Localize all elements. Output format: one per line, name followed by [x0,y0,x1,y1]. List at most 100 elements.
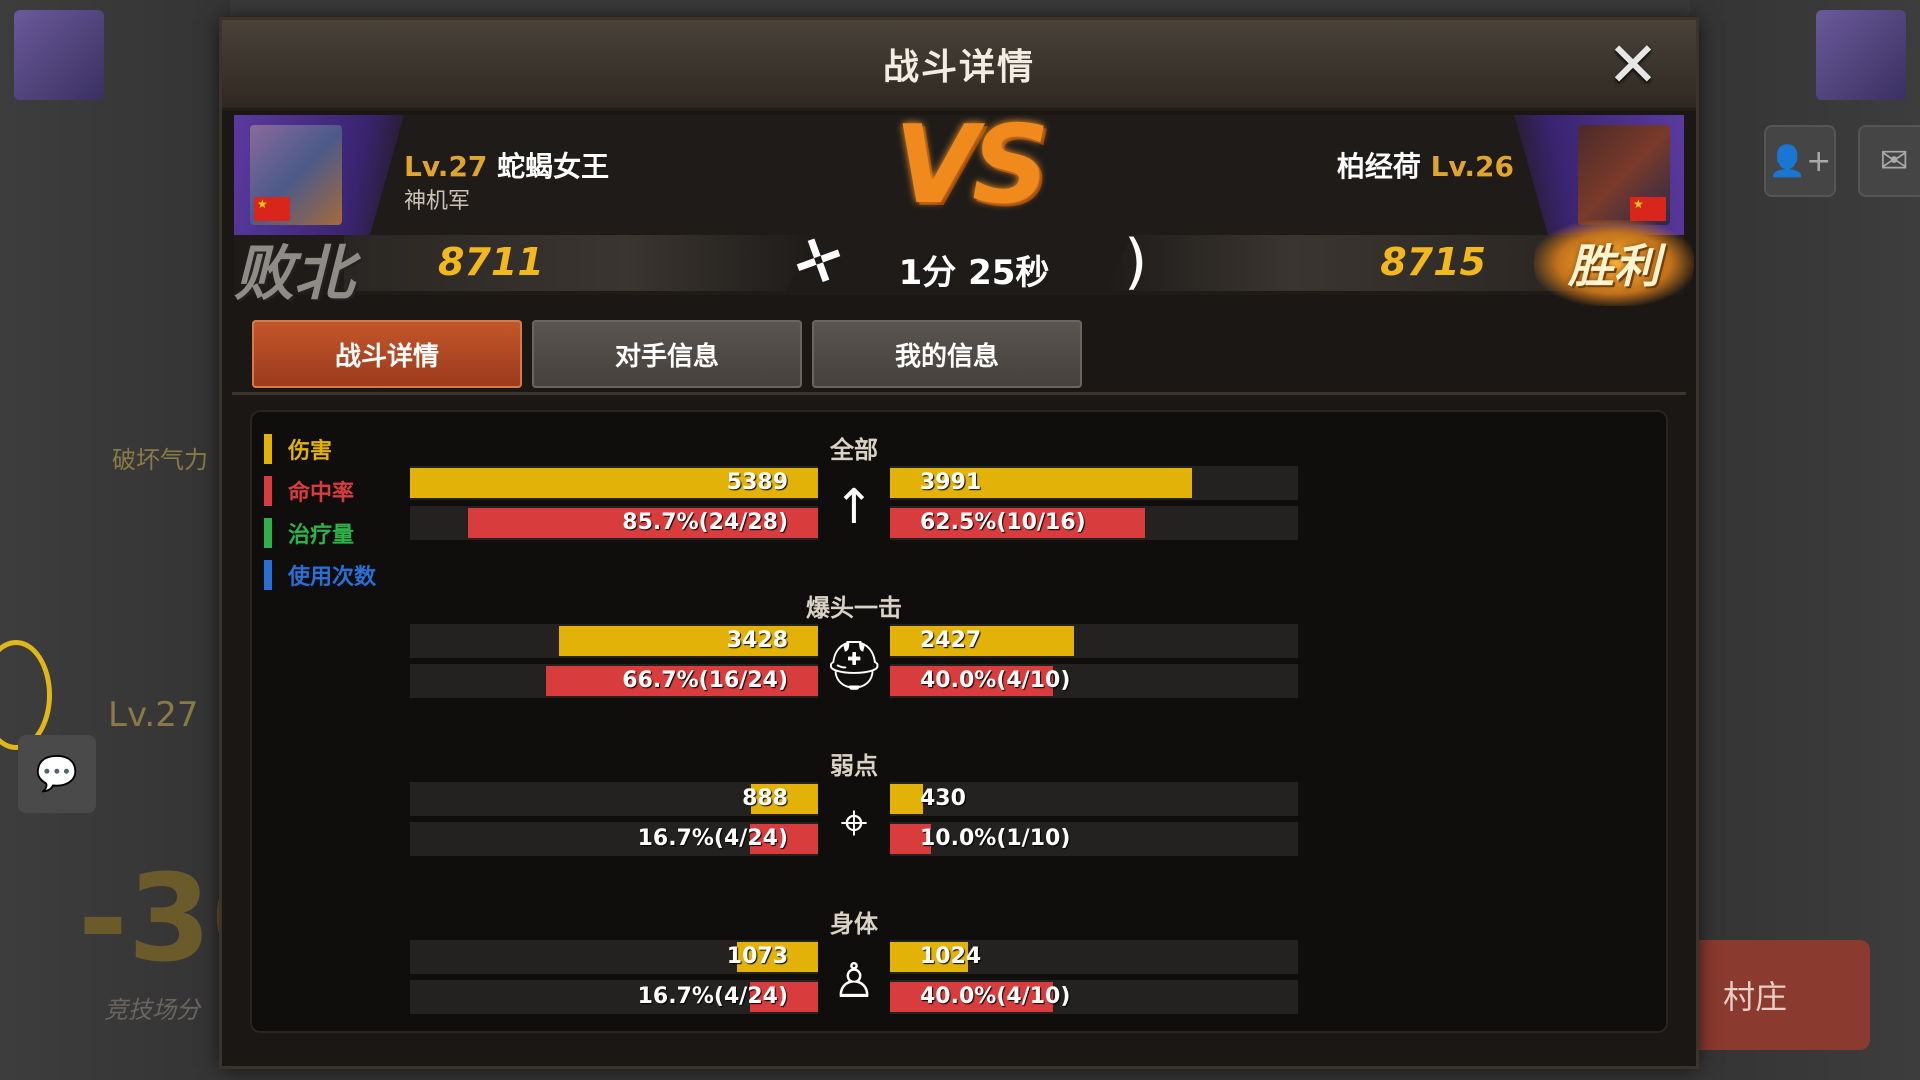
crosshair-icon: ⌖ [840,794,868,851]
left-hit-rate-track: 16.7%(4/24) [410,980,818,1014]
section-title: 爆头一击 [806,594,902,622]
china-flag-icon [1630,197,1666,221]
right-damage-value: 1024 [920,944,982,969]
right-hit-rate-value: 10.0%(1/10) [920,826,1071,851]
background-level: Lv.27 [108,695,199,735]
right-player-avatar[interactable] [1578,125,1670,225]
left-hit-rate-value: 85.7%(24/28) [622,510,788,535]
left-damage-value: 3428 [726,628,788,653]
left-player-name: 蛇蝎女王 [497,150,610,183]
legend-swatch [264,476,272,506]
right-hit-rate-value: 62.5%(10/16) [920,510,1086,535]
close-icon: ✕ [1607,28,1659,101]
add-friend-icon: 👤+ [1768,143,1832,179]
tab-label: 对手信息 [614,341,719,372]
legend-swatch [264,560,272,590]
legend-label: 伤害 [288,439,333,464]
background-avatar-right [1816,10,1906,100]
tab-label: 我的信息 [894,341,999,372]
left-hit-rate-track: 16.7%(4/24) [410,822,818,856]
left-player-guild: 神机军 [404,189,471,214]
section-title: 全部 [830,436,878,464]
victory-badge: 胜利 [1534,220,1694,306]
left-damage-track: 5389 [410,466,818,500]
body-icon: ♙ [832,953,876,1009]
right-damage-track: 1024 [890,940,1298,974]
left-damage-value: 5389 [726,470,788,495]
chat-icon: 💬 [35,754,79,794]
right-score-bar [1104,235,1574,291]
chat-button[interactable]: 💬 [18,735,96,813]
right-player-score: 8715 [1380,240,1486,284]
background-skill-label: 破坏气力 [112,446,208,474]
left-player-level: Lv.27 [404,150,488,183]
legend-item-damage: 伤害 [264,428,376,470]
left-hit-rate-track: 66.7%(16/24) [410,664,818,698]
helmet-icon: ⛑ [823,637,885,694]
right-player-name: 柏经荷 [1336,150,1421,183]
tab-my-info[interactable]: 我的信息 [812,320,1082,388]
stats-panel: 伤害 命中率 治疗量 使用次数 全部 5389 3991 85.7%(24/28) 62… [250,410,1668,1033]
left-hit-rate-value: 16.7%(4/24) [637,826,788,851]
right-damage-value: 2427 [920,628,982,653]
right-damage-value: 3991 [920,470,982,495]
left-damage-value: 888 [742,786,788,811]
left-hit-rate-value: 66.7%(16/24) [622,668,788,693]
section-title: 身体 [830,910,878,938]
right-player-name-line: 柏经荷 Lv.26 [1337,145,1514,185]
right-hit-rate-value: 40.0%(4/10) [920,984,1071,1009]
background-avatar-left [14,10,104,100]
right-hit-rate-value: 40.0%(4/10) [920,668,1071,693]
right-damage-track: 3991 [890,466,1298,500]
left-damage-track: 888 [410,782,818,816]
mail-button[interactable]: ✉ [1858,125,1920,197]
right-player-level: Lv.26 [1430,150,1514,183]
legend: 伤害 命中率 治疗量 使用次数 [264,428,376,596]
arrow-icon: ↑ [833,479,875,535]
right-hit-rate-track: 62.5%(10/16) [890,506,1298,540]
right-damage-bar [890,784,923,814]
bow-icon: ) [1124,227,1148,297]
legend-swatch [264,434,272,464]
close-button[interactable]: ✕ [1600,32,1666,98]
left-score-bar [344,235,814,291]
left-hit-rate-value: 16.7%(4/24) [637,984,788,1009]
victory-label: 胜利 [1568,239,1660,293]
village-button-label: 村庄 [1722,978,1787,1016]
right-damage-track: 430 [890,782,1298,816]
player-strip: Lv.27 蛇蝎女王 神机军 柏经荷 Lv.26 8711 8715 败北 胜利… [234,103,1694,309]
right-hit-rate-track: 10.0%(1/10) [890,822,1298,856]
left-player-name-line: Lv.27 蛇蝎女王 [404,145,609,185]
legend-item-usage-count: 使用次数 [264,554,376,596]
right-damage-track: 2427 [890,624,1298,658]
legend-label: 治疗量 [288,523,355,548]
right-damage-value: 430 [920,786,966,811]
defeat-label: 败北 [234,239,354,309]
left-damage-value: 1073 [726,944,788,969]
section-title: 弱点 [830,752,878,780]
tab-label: 战斗详情 [334,341,439,372]
tab-bar: 战斗详情 对手信息 我的信息 [252,320,1082,390]
legend-item-healing: 治疗量 [264,512,376,554]
tab-battle-details[interactable]: 战斗详情 [252,320,522,388]
legend-swatch [264,518,272,548]
battle-details-modal: 战斗详情 ✕ Lv.27 蛇蝎女王 神机军 柏经荷 Lv.26 8711 871… [222,20,1696,1066]
left-damage-track: 1073 [410,940,818,974]
crossbow-icon: ✛ [783,220,855,304]
tab-divider [232,392,1686,395]
add-friend-button[interactable]: 👤+ [1764,125,1836,197]
left-hit-rate-track: 85.7%(24/28) [410,506,818,540]
tab-opponent-info[interactable]: 对手信息 [532,320,802,388]
modal-header: 战斗详情 ✕ [222,20,1696,111]
vs-logo: VS [894,102,1049,228]
legend-item-hit-rate: 命中率 [264,470,376,512]
right-damage-bar [890,626,1074,656]
legend-label: 使用次数 [288,565,377,590]
right-hit-rate-track: 40.0%(4/10) [890,980,1298,1014]
modal-title: 战斗详情 [882,47,1035,88]
mail-icon: ✉ [1879,141,1909,181]
left-damage-track: 3428 [410,624,818,658]
battle-duration: 1分 25秒 [898,253,1050,293]
left-player-avatar[interactable] [250,125,342,225]
legend-label: 命中率 [288,481,355,506]
